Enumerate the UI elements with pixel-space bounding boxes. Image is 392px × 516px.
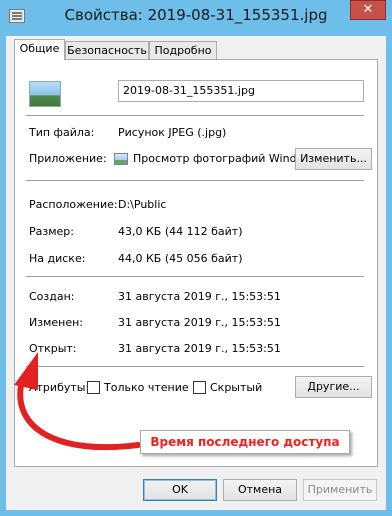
advanced-attributes-button[interactable]: Другие... xyxy=(295,376,372,398)
file-name-field[interactable]: 2019-08-31_155351.jpg xyxy=(118,80,364,102)
created-label: Создан: xyxy=(29,290,75,303)
file-type-label: Тип файла: xyxy=(29,126,95,139)
accessed-label: Открыт: xyxy=(29,342,77,355)
last-access-callout: Время последнего доступа xyxy=(140,430,350,454)
general-tab-panel: 2019-08-31_155351.jpg Тип файла: Рисунок… xyxy=(14,59,378,467)
ok-button[interactable]: OK xyxy=(143,479,217,501)
window-title: Свойства: 2019-08-31_155351.jpg xyxy=(64,6,328,24)
separator xyxy=(26,276,364,277)
separator xyxy=(26,115,364,116)
accessed-value: 31 августа 2019 г., 15:53:51 xyxy=(118,342,281,355)
attributes-label: Атрибуты: xyxy=(29,381,90,394)
size-label: Размер: xyxy=(29,225,74,238)
tab-security[interactable]: Безопасность xyxy=(65,41,149,60)
separator xyxy=(26,366,364,367)
tab-details[interactable]: Подробно xyxy=(149,41,217,60)
change-app-button[interactable]: Изменить... xyxy=(295,148,372,170)
photo-viewer-icon xyxy=(114,153,128,165)
title-bar[interactable]: Свойства: 2019-08-31_155351.jpg ✕ xyxy=(0,0,392,36)
modified-label: Изменен: xyxy=(29,316,84,329)
separator xyxy=(26,180,364,181)
image-file-icon xyxy=(29,81,61,107)
readonly-label: Только чтение xyxy=(104,381,189,394)
application-label: Приложение: xyxy=(29,152,107,165)
hidden-label: Скрытый xyxy=(210,381,263,394)
properties-window: Свойства: 2019-08-31_155351.jpg ✕ Общие … xyxy=(0,0,392,516)
readonly-checkbox[interactable] xyxy=(87,381,100,394)
cancel-button[interactable]: Отмена xyxy=(223,479,297,501)
size-on-disk-label: На диске: xyxy=(29,252,86,265)
tab-general[interactable]: Общие xyxy=(14,39,65,60)
location-value: D:\Public xyxy=(118,198,167,211)
size-value: 43,0 КБ (44 112 байт) xyxy=(118,225,243,238)
hidden-checkbox[interactable] xyxy=(193,381,206,394)
created-value: 31 августа 2019 г., 15:53:51 xyxy=(118,290,281,303)
modified-value: 31 августа 2019 г., 15:53:51 xyxy=(118,316,281,329)
size-on-disk-value: 44,0 КБ (45 056 байт) xyxy=(118,252,243,265)
callout-text: Время последнего доступа xyxy=(150,435,340,449)
file-type-value: Рисунок JPEG (.jpg) xyxy=(118,126,227,139)
close-icon: ✕ xyxy=(362,2,374,17)
apply-button[interactable]: Применить xyxy=(303,479,377,501)
application-value: Просмотр фотографий Windows xyxy=(133,152,319,165)
close-button[interactable]: ✕ xyxy=(350,0,386,20)
location-label: Расположение: xyxy=(29,198,118,211)
